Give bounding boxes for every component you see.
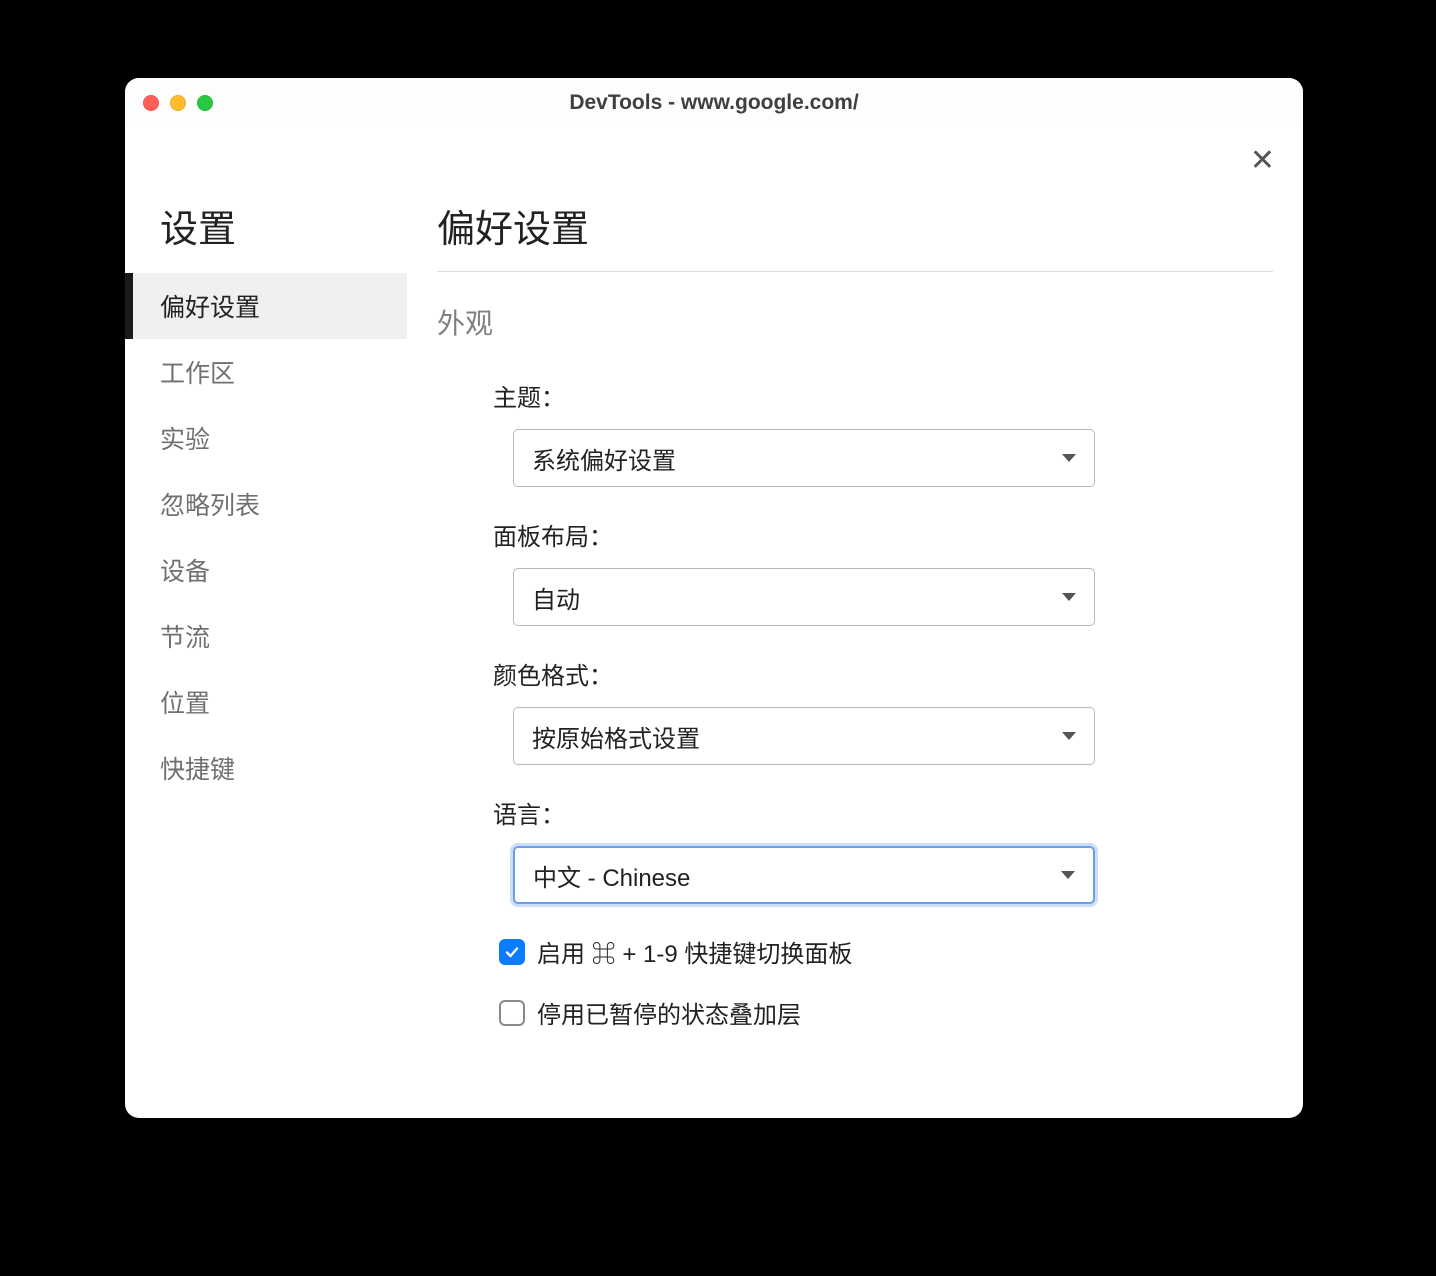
page-title: 偏好设置 <box>437 198 1273 272</box>
sidebar-item-devices[interactable]: 设备 <box>125 537 407 603</box>
panel-layout-value: 自动 <box>532 580 580 615</box>
panel-layout-select[interactable]: 自动 <box>513 568 1095 626</box>
checkbox-label: 启用 ⌘ + 1-9 快捷键切换面板 <box>537 934 852 969</box>
sidebar-item-label: 实验 <box>160 426 210 454</box>
sidebar-item-locations[interactable]: 位置 <box>125 669 407 735</box>
language-select[interactable]: 中文 - Chinese <box>513 846 1095 904</box>
sidebar-item-ignore-list[interactable]: 忽略列表 <box>125 471 407 537</box>
color-format-value: 按原始格式设置 <box>532 719 700 754</box>
devtools-window: DevTools - www.google.com/ ✕ 设置 偏好设置 工作区… <box>125 78 1303 1118</box>
chevron-down-icon <box>1062 732 1076 740</box>
sidebar-item-label: 节流 <box>160 624 210 652</box>
sidebar-item-workspace[interactable]: 工作区 <box>125 339 407 405</box>
sidebar: 设置 偏好设置 工作区 实验 忽略列表 设备 节流 位置 快捷 <box>125 198 407 1118</box>
color-format-select[interactable]: 按原始格式设置 <box>513 707 1095 765</box>
window-maximize-button[interactable] <box>197 95 213 111</box>
titlebar: DevTools - www.google.com/ <box>125 78 1303 128</box>
field-theme: 主题： 系统偏好设置 <box>437 378 1273 487</box>
color-format-label: 颜色格式： <box>493 656 1273 691</box>
theme-select[interactable]: 系统偏好设置 <box>513 429 1095 487</box>
section-appearance: 外观 <box>437 302 1273 342</box>
sidebar-item-label: 偏好设置 <box>160 294 260 322</box>
field-language: 语言： 中文 - Chinese <box>437 795 1273 904</box>
panel-layout-label: 面板布局： <box>493 517 1273 552</box>
language-label: 语言： <box>493 795 1273 830</box>
content-area: ✕ 设置 偏好设置 工作区 实验 忽略列表 设备 节流 位置 <box>125 128 1303 1118</box>
chevron-down-icon <box>1062 593 1076 601</box>
sidebar-item-shortcuts[interactable]: 快捷键 <box>125 735 407 801</box>
sidebar-item-throttling[interactable]: 节流 <box>125 603 407 669</box>
sidebar-item-label: 快捷键 <box>160 756 235 784</box>
field-color-format: 颜色格式： 按原始格式设置 <box>437 656 1273 765</box>
checkbox-shortcut-switch[interactable]: 启用 ⌘ + 1-9 快捷键切换面板 <box>499 934 1273 969</box>
sidebar-item-label: 工作区 <box>160 360 235 388</box>
traffic-lights <box>143 95 213 111</box>
window-title: DevTools - www.google.com/ <box>125 91 1303 115</box>
checkbox-disable-overlay[interactable]: 停用已暂停的状态叠加层 <box>499 995 1273 1030</box>
theme-label: 主题： <box>493 378 1273 413</box>
close-icon[interactable]: ✕ <box>1250 146 1275 176</box>
check-icon <box>504 944 520 960</box>
sidebar-item-experiments[interactable]: 实验 <box>125 405 407 471</box>
main-panel: 偏好设置 外观 主题： 系统偏好设置 面板布局： 自动 颜色格式： 按 <box>407 198 1303 1118</box>
checkbox-input-checked[interactable] <box>499 939 525 965</box>
checkbox-input-unchecked[interactable] <box>499 1000 525 1026</box>
sidebar-item-label: 位置 <box>160 690 210 718</box>
window-close-button[interactable] <box>143 95 159 111</box>
sidebar-item-label: 忽略列表 <box>160 492 260 520</box>
checkbox-label: 停用已暂停的状态叠加层 <box>537 995 801 1030</box>
sidebar-item-preferences[interactable]: 偏好设置 <box>125 273 407 339</box>
theme-value: 系统偏好设置 <box>532 441 676 476</box>
chevron-down-icon <box>1062 454 1076 462</box>
field-panel-layout: 面板布局： 自动 <box>437 517 1273 626</box>
window-minimize-button[interactable] <box>170 95 186 111</box>
sidebar-item-label: 设备 <box>160 558 210 586</box>
language-value: 中文 - Chinese <box>533 858 690 893</box>
chevron-down-icon <box>1061 871 1075 879</box>
sidebar-title: 设置 <box>125 198 407 253</box>
